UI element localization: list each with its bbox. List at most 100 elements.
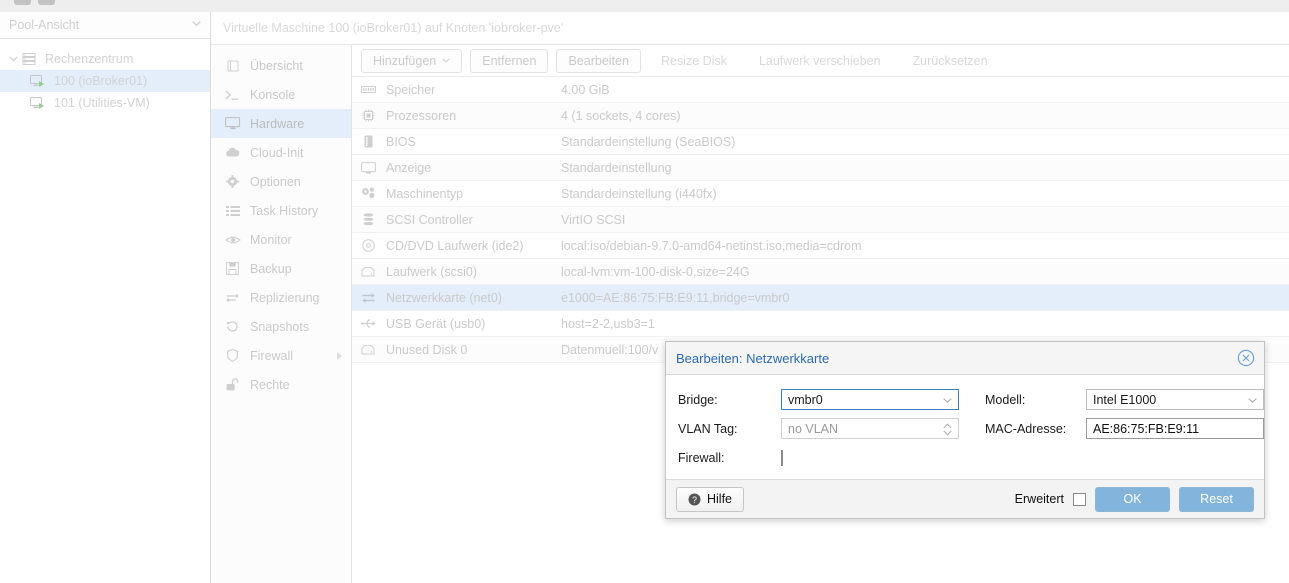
table-cell-key: Maschinentyp	[386, 187, 561, 201]
table-row[interactable]: Laufwerk (scsi0) local-lvm:vm-100-disk-0…	[352, 259, 1289, 285]
remove-button[interactable]: Entfernen	[470, 49, 548, 73]
floppy-icon	[224, 261, 241, 276]
bridge-select-value: vmbr0	[788, 393, 823, 407]
gear-icon	[224, 174, 241, 189]
nav-item-cloud-init[interactable]: Cloud-Init	[211, 138, 351, 167]
spinner-arrows-icon[interactable]	[943, 423, 952, 436]
dialog-footer: ? Hilfe Erweitert OK Reset	[666, 479, 1264, 518]
vlan-spinner-value: no VLAN	[788, 422, 838, 436]
nav-item-task-history[interactable]: Task History	[211, 196, 351, 225]
table-cell-key: Speicher	[386, 83, 561, 97]
nav-item-uebersicht[interactable]: Übersicht	[211, 51, 351, 80]
reset-button-label: Reset	[1200, 492, 1233, 506]
table-cell-key: Prozessoren	[386, 109, 561, 123]
tree-item-label: Rechenzentrum	[45, 52, 133, 66]
model-select[interactable]: Intel E1000	[1086, 389, 1264, 410]
bridge-field[interactable]: vmbr0	[781, 389, 959, 410]
add-button[interactable]: Hinzufügen	[361, 49, 462, 73]
nav-item-label: Optionen	[250, 175, 301, 189]
nav-item-rechte[interactable]: Rechte	[211, 370, 351, 399]
mac-field[interactable]: AE:86:75:FB:E9:11	[1086, 418, 1264, 439]
dialog-header: Bearbeiten: Netzwerkkarte	[666, 342, 1264, 375]
history-icon	[224, 319, 241, 334]
reset-button[interactable]: Reset	[1179, 487, 1254, 512]
expand-arrow-icon[interactable]	[8, 54, 19, 65]
nav-item-konsole[interactable]: Konsole	[211, 80, 351, 109]
chevron-down-icon	[442, 58, 450, 63]
nav-item-optionen[interactable]: Optionen	[211, 167, 351, 196]
chevron-down-icon	[1248, 398, 1257, 403]
remove-button-label: Entfernen	[482, 54, 536, 68]
overview-icon	[224, 58, 241, 73]
table-row[interactable]: Speicher 4.00 GiB	[352, 77, 1289, 103]
vm-nav: Übersicht Konsole Hardware	[211, 45, 352, 583]
table-row[interactable]: CD/DVD Laufwerk (ide2) local:iso/debian-…	[352, 233, 1289, 259]
mac-label: MAC-Adresse:	[985, 422, 1086, 436]
edit-button[interactable]: Bearbeiten	[556, 49, 640, 73]
unlock-icon	[224, 377, 241, 392]
firewall-field[interactable]	[781, 451, 959, 465]
tree-item-vm-101[interactable]: 101 (Utilities-VM)	[0, 92, 210, 114]
table-row[interactable]: Prozessoren 4 (1 sockets, 4 cores)	[352, 103, 1289, 129]
table-cell-value: local:iso/debian-9.7.0-amd64-netinst.iso…	[561, 239, 1289, 253]
vlan-field[interactable]: no VLAN	[781, 418, 959, 439]
advanced-checkbox[interactable]	[1073, 493, 1086, 506]
view-selector-label: Pool-Ansicht	[9, 18, 79, 32]
table-cell-value: VirtIO SCSI	[561, 213, 1289, 227]
table-cell-key: SCSI Controller	[386, 213, 561, 227]
table-row[interactable]: Maschinentyp Standardeinstellung (i440fx…	[352, 181, 1289, 207]
table-row[interactable]: BIOS Standardeinstellung (SeaBIOS)	[352, 129, 1289, 155]
bridge-select[interactable]: vmbr0	[781, 389, 959, 410]
table-cell-key: CD/DVD Laufwerk (ide2)	[386, 239, 561, 253]
table-row[interactable]: Anzeige Standardeinstellung	[352, 155, 1289, 181]
tab-pill-1[interactable]	[14, 0, 31, 5]
table-row[interactable]: USB Gerät (usb0) host=2-2,usb3=1	[352, 311, 1289, 337]
nav-item-replizierung[interactable]: Replizierung	[211, 283, 351, 312]
vlan-label: VLAN Tag:	[678, 422, 781, 436]
tree-item-label: 101 (Utilities-VM)	[54, 96, 150, 110]
question-circle-icon: ?	[688, 493, 701, 506]
display-icon	[360, 161, 376, 175]
datacenter-icon	[21, 52, 37, 66]
submenu-arrow-icon	[337, 352, 342, 360]
revert-button: Zurücksetzen	[901, 49, 1000, 73]
nav-item-label: Snapshots	[250, 320, 309, 334]
memory-icon	[360, 83, 376, 97]
nav-item-label: Task History	[250, 204, 318, 218]
vlan-row: VLAN Tag: no VLAN MAC-Adresse: AE:86:75:…	[678, 418, 1252, 439]
table-cell-key: BIOS	[386, 135, 561, 149]
model-field[interactable]: Intel E1000	[1086, 389, 1264, 410]
eye-icon	[224, 232, 241, 247]
firewall-row: Firewall:	[678, 447, 1252, 468]
firewall-checkbox[interactable]	[781, 450, 783, 466]
table-row-network[interactable]: Netzwerkkarte (net0) e1000=AE:86:75:FB:E…	[352, 285, 1289, 311]
tab-pill-2[interactable]	[38, 0, 55, 5]
scsi-icon	[360, 213, 376, 227]
cdrom-icon	[360, 239, 376, 253]
close-circle-icon[interactable]	[1237, 349, 1255, 367]
tree-item-vm-100[interactable]: 100 (ioBroker01)	[0, 70, 210, 92]
table-cell-value: Standardeinstellung (i440fx)	[561, 187, 1289, 201]
monitor-icon	[224, 116, 241, 131]
view-selector[interactable]: Pool-Ansicht	[0, 12, 210, 39]
mac-input[interactable]: AE:86:75:FB:E9:11	[1086, 418, 1264, 439]
shield-icon	[224, 348, 241, 363]
refresh-icon	[224, 290, 241, 305]
nav-item-firewall[interactable]: Firewall	[211, 341, 351, 370]
nav-item-backup[interactable]: Backup	[211, 254, 351, 283]
nav-item-monitor[interactable]: Monitor	[211, 225, 351, 254]
bridge-label: Bridge:	[678, 393, 781, 407]
ok-button[interactable]: OK	[1095, 487, 1170, 512]
table-cell-key: Unused Disk 0	[386, 343, 561, 357]
bios-icon	[360, 135, 376, 149]
tree-item-rechenzentrum[interactable]: Rechenzentrum	[0, 48, 210, 70]
nav-item-snapshots[interactable]: Snapshots	[211, 312, 351, 341]
table-row[interactable]: SCSI Controller VirtIO SCSI	[352, 207, 1289, 233]
list-icon	[224, 203, 241, 218]
move-disk-button: Laufwerk verschieben	[747, 49, 893, 73]
vlan-spinner[interactable]: no VLAN	[781, 418, 959, 439]
nav-item-label: Backup	[250, 262, 292, 276]
help-button[interactable]: ? Hilfe	[676, 487, 744, 512]
table-cell-value: local-lvm:vm-100-disk-0,size=24G	[561, 265, 1289, 279]
nav-item-hardware[interactable]: Hardware	[211, 109, 351, 138]
